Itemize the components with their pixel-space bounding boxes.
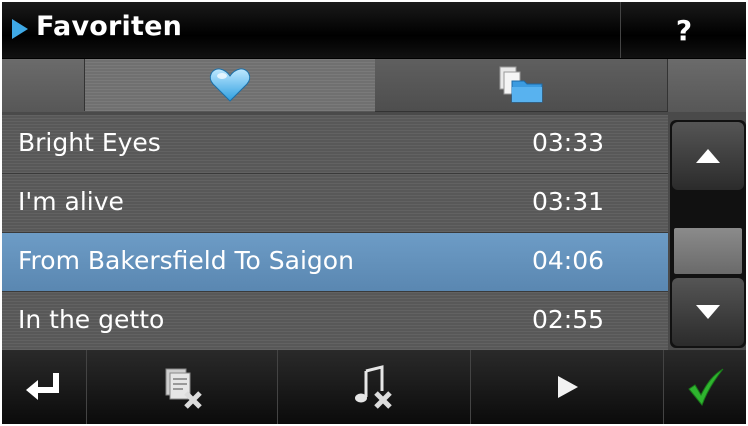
favorites-screen: Favoriten ? Bright Eyes 03:33 I'm alive … xyxy=(2,2,746,424)
tab-favorites[interactable] xyxy=(84,59,376,111)
bottom-toolbar xyxy=(2,350,746,424)
arrow-up-icon xyxy=(696,149,720,163)
scroll-up-button[interactable] xyxy=(672,122,744,190)
page-title: Favoriten xyxy=(36,11,183,42)
list-item[interactable]: Bright Eyes 03:33 xyxy=(2,115,668,174)
delete-music-icon xyxy=(355,365,392,409)
back-button[interactable] xyxy=(2,350,87,424)
checkmark-icon xyxy=(688,368,724,407)
delete-file-icon xyxy=(165,368,202,409)
list-item[interactable]: I'm alive 03:31 xyxy=(2,174,668,233)
track-duration: 03:31 xyxy=(532,187,605,216)
track-duration: 03:33 xyxy=(532,128,605,157)
track-name: I'm alive xyxy=(18,187,124,216)
play-icon xyxy=(558,376,578,398)
title-arrow-icon xyxy=(12,19,28,39)
track-name: From Bakersfield To Saigon xyxy=(18,246,354,275)
arrow-down-icon xyxy=(696,305,720,319)
list-item-selected[interactable]: From Bakersfield To Saigon 04:06 xyxy=(2,233,668,292)
header-bar: Favoriten ? xyxy=(2,2,746,59)
confirm-button[interactable] xyxy=(664,350,746,424)
scroll-down-button[interactable] xyxy=(672,278,744,346)
scroll-thumb[interactable] xyxy=(674,228,742,274)
track-name: In the getto xyxy=(18,305,165,334)
track-duration: 04:06 xyxy=(532,246,605,275)
tab-bar xyxy=(2,59,746,112)
tab-files[interactable] xyxy=(375,59,668,112)
track-duration: 02:55 xyxy=(532,305,605,334)
list-item[interactable]: In the getto 02:55 xyxy=(2,292,668,351)
return-arrow-icon xyxy=(26,373,59,400)
track-name: Bright Eyes xyxy=(18,128,161,157)
scrollbar[interactable] xyxy=(670,120,746,348)
heart-icon xyxy=(209,68,251,102)
play-button[interactable] xyxy=(471,350,664,424)
delete-file-button[interactable] xyxy=(87,350,278,424)
help-button[interactable]: ? xyxy=(620,2,746,58)
delete-music-button[interactable] xyxy=(278,350,471,424)
track-list: Bright Eyes 03:33 I'm alive 03:31 From B… xyxy=(2,115,668,351)
folder-files-icon xyxy=(499,66,543,103)
